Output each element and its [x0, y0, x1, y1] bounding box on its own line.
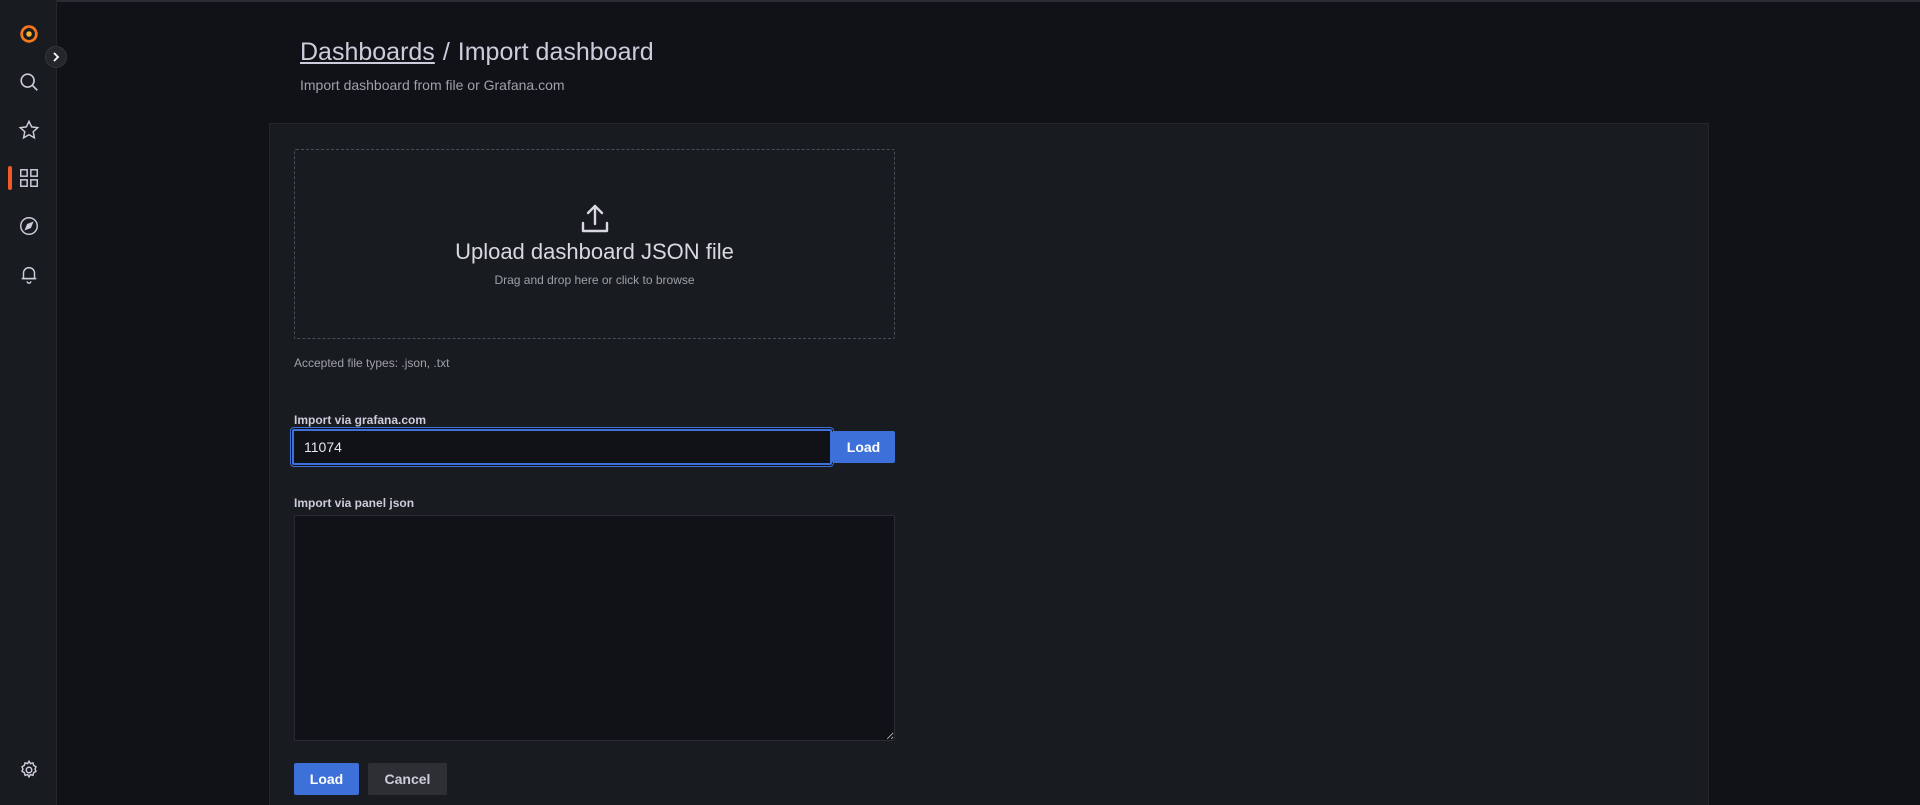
load-button[interactable]: Load	[294, 763, 359, 795]
chevron-right-icon	[53, 52, 60, 62]
sidebar	[0, 0, 57, 805]
dashboards-icon[interactable]	[0, 158, 57, 198]
upload-icon	[581, 204, 608, 233]
upload-title: Upload dashboard JSON file	[455, 239, 734, 264]
import-panel: Upload dashboard JSON file Drag and drop…	[269, 123, 1709, 805]
alerting-icon[interactable]	[0, 254, 57, 294]
page-subtitle: Import dashboard from file or Grafana.co…	[300, 77, 565, 93]
panel-json-textarea[interactable]	[294, 515, 895, 741]
breadcrumb-dashboards-link[interactable]: Dashboards	[300, 38, 435, 67]
expand-menu-button[interactable]	[45, 46, 67, 68]
upload-subtitle: Drag and drop here or click to browse	[494, 273, 695, 287]
page-header: Dashboards / Import dashboard Import das…	[300, 38, 654, 93]
accepted-file-types: Accepted file types: .json, .txt	[294, 356, 450, 370]
top-border	[0, 0, 1920, 2]
grafana-load-button[interactable]: Load	[832, 431, 895, 463]
breadcrumb-separator: /	[442, 38, 450, 66]
search-icon[interactable]	[0, 62, 57, 102]
panel-json-label: Import via panel json	[294, 496, 415, 510]
page-title: Import dashboard	[457, 38, 654, 66]
upload-dropzone[interactable]: Upload dashboard JSON file Drag and drop…	[294, 149, 895, 339]
settings-icon[interactable]	[0, 750, 57, 790]
explore-icon[interactable]	[0, 206, 57, 246]
starred-icon[interactable]	[0, 110, 57, 150]
breadcrumb: Dashboards / Import dashboard	[300, 38, 654, 67]
grafana-import-label: Import via grafana.com	[294, 413, 427, 427]
grafana-id-input[interactable]	[292, 429, 832, 465]
app-root: Dashboards / Import dashboard Import das…	[0, 0, 1920, 805]
cancel-button[interactable]: Cancel	[368, 763, 447, 795]
